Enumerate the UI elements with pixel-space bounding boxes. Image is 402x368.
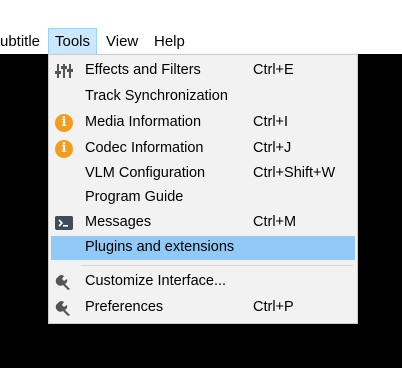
menu-item-shortcut: Ctrl+I (253, 114, 289, 130)
equalizer-icon (55, 62, 73, 80)
menu-item-label: Effects and Filters (85, 62, 201, 78)
menu-item-shortcut: Ctrl+Shift+W (253, 165, 336, 181)
menu-item-vlm-configuration[interactable]: VLM Configuration Ctrl+Shift+W (51, 162, 355, 186)
terminal-icon (55, 214, 73, 232)
info-icon: i (55, 114, 73, 132)
menu-item-shortcut: Ctrl+M (253, 214, 297, 230)
menu-item-shortcut: Ctrl+J (253, 140, 292, 156)
menu-item-label: Preferences (85, 299, 164, 315)
menu-item-effects-and-filters[interactable]: Effects and Filters Ctrl+E (51, 59, 355, 83)
menu-item-program-guide[interactable]: Program Guide (51, 186, 355, 210)
menu-item-shortcut: Ctrl+P (253, 299, 294, 315)
menu-separator (81, 265, 353, 266)
menu-item-shortcut: Ctrl+E (253, 62, 294, 78)
menu-item-customize-interface[interactable]: Customize Interface... (51, 270, 355, 294)
menu-item-plugins-and-extensions[interactable]: Plugins and extensions (51, 236, 355, 260)
wrench-icon (55, 299, 73, 317)
menu-item-label: Track Synchronization (85, 88, 228, 104)
menu-item-codec-information[interactable]: i Codec Information Ctrl+J (51, 137, 355, 161)
wrench-icon (55, 273, 73, 291)
menu-item-messages[interactable]: Messages Ctrl+M (51, 211, 355, 235)
menu-item-label: Plugins and extensions (85, 239, 235, 255)
menubar-tools[interactable]: Tools (48, 28, 98, 55)
menu-bar: ubtitle Tools View Help (0, 0, 402, 55)
menubar-help[interactable]: Help (148, 28, 191, 55)
menubar-subtitle[interactable]: ubtitle (0, 28, 46, 55)
menu-item-label: Messages (85, 214, 152, 230)
menu-item-label: Codec Information (85, 140, 204, 156)
menubar-view[interactable]: View (100, 28, 144, 55)
tools-menu: Effects and Filters Ctrl+E Track Synchro… (48, 54, 358, 324)
menu-item-preferences[interactable]: Preferences Ctrl+P (51, 296, 355, 320)
menu-item-label: Media Information (85, 114, 202, 130)
menu-item-label: VLM Configuration (85, 165, 206, 181)
menu-item-label: Program Guide (85, 189, 184, 205)
menu-item-track-synchronization[interactable]: Track Synchronization (51, 85, 355, 109)
menu-item-media-information[interactable]: i Media Information Ctrl+I (51, 111, 355, 135)
info-icon: i (55, 140, 73, 158)
menu-item-label: Customize Interface... (85, 273, 227, 289)
